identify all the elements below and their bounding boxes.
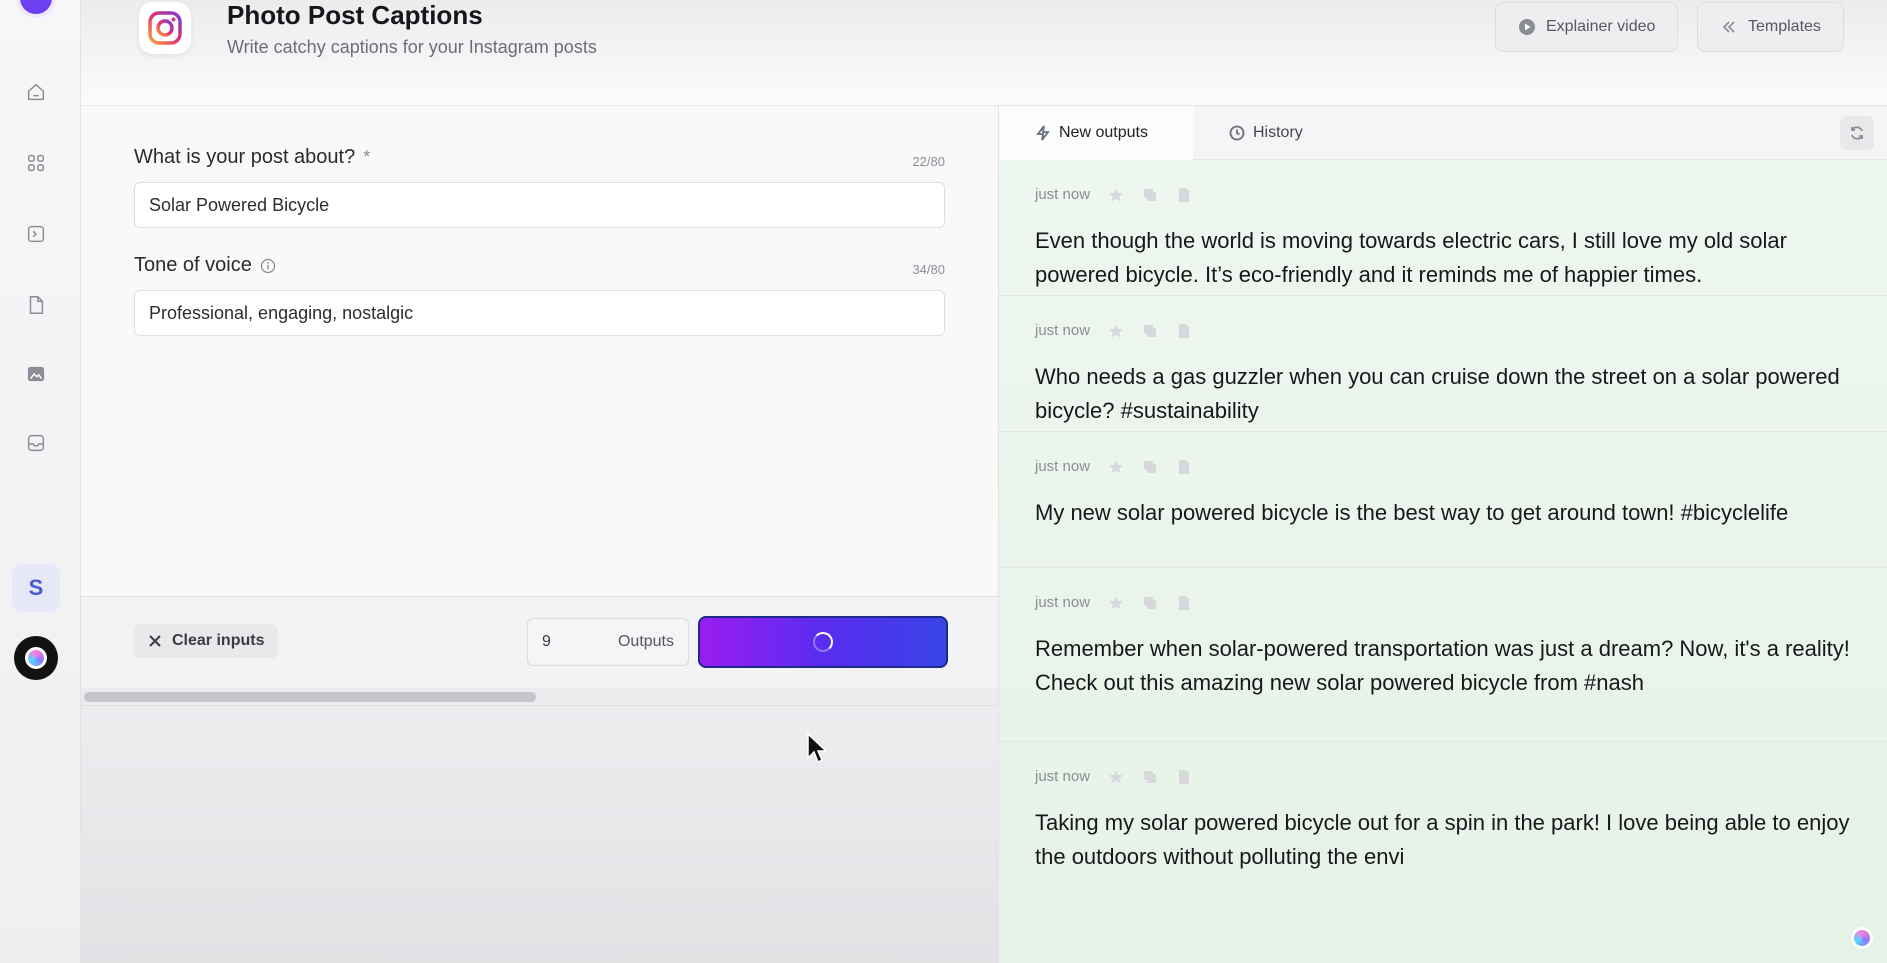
document-icon[interactable] <box>1176 323 1192 339</box>
tab-new-outputs-label: New outputs <box>1059 124 1148 141</box>
mouse-cursor-icon <box>807 732 828 764</box>
assistant-bubble-icon[interactable] <box>1851 927 1873 949</box>
tone-char-counter: 34/80 <box>912 262 945 277</box>
output-timestamp: just now <box>1035 458 1091 475</box>
star-icon[interactable] <box>1108 323 1124 339</box>
output-item: just now Remember when solar-powered tra… <box>999 568 1887 742</box>
user-avatar[interactable]: S <box>12 564 60 612</box>
info-icon[interactable] <box>260 258 276 274</box>
output-tabs: New outputs History <box>999 106 1887 160</box>
output-timestamp: just now <box>1035 594 1091 611</box>
templates-button[interactable]: Templates <box>1697 2 1844 52</box>
output-text: My new solar powered bicycle is the best… <box>1035 500 1789 525</box>
outputs-count-input[interactable]: 9 Outputs <box>527 618 689 666</box>
outputs-panel: New outputs History just now Even though… <box>998 106 1887 963</box>
tone-label-text: Tone of voice <box>134 254 252 276</box>
output-meta: just now <box>1035 594 1192 611</box>
outputs-count-label: Outputs <box>617 633 674 650</box>
topic-label-text: What is your post about? <box>134 146 356 168</box>
explainer-video-label: Explainer video <box>1546 18 1656 35</box>
inbox-icon[interactable] <box>24 431 48 455</box>
output-timestamp: just now <box>1035 768 1091 785</box>
lightning-icon <box>1036 125 1050 141</box>
output-meta: just now <box>1035 322 1192 339</box>
clock-icon <box>1229 125 1245 141</box>
tab-history-label: History <box>1253 124 1303 141</box>
output-item: just now My new solar powered bicycle is… <box>999 432 1887 568</box>
star-icon[interactable] <box>1108 459 1124 475</box>
app-window: S Photo Post Captions Write catchy capti… <box>0 0 1887 963</box>
close-icon <box>149 635 161 647</box>
page-subtitle: Write catchy captions for your Instagram… <box>227 37 597 57</box>
star-icon[interactable] <box>1108 595 1124 611</box>
loading-spinner-icon <box>813 632 833 652</box>
output-item: just now Who needs a gas guzzler when yo… <box>999 296 1887 432</box>
page-title: Photo Post Captions <box>227 0 483 30</box>
clear-inputs-button[interactable]: Clear inputs <box>134 624 279 658</box>
tab-new-outputs[interactable]: New outputs <box>999 106 1193 160</box>
tone-input[interactable]: Professional, engaging, nostalgic <box>134 290 945 336</box>
document-icon[interactable] <box>1176 187 1192 203</box>
terminal-icon[interactable] <box>24 222 48 246</box>
output-text: Remember when solar-powered transportati… <box>1035 636 1850 695</box>
horizontal-scrollbar[interactable] <box>81 688 998 706</box>
copy-icon[interactable] <box>1142 187 1158 203</box>
chevrons-left-icon <box>1722 21 1735 33</box>
outputs-count-value: 9 <box>542 633 551 650</box>
topic-field-label: What is your post about? * <box>134 146 370 169</box>
output-meta: just now <box>1035 186 1192 203</box>
output-meta: just now <box>1035 458 1192 475</box>
topic-char-counter: 22/80 <box>912 154 945 169</box>
document-icon[interactable] <box>24 293 48 317</box>
tab-history[interactable]: History <box>1193 106 1339 160</box>
scrollbar-thumb[interactable] <box>84 692 536 702</box>
tone-field-label: Tone of voice <box>134 254 276 277</box>
copy-icon[interactable] <box>1142 595 1158 611</box>
topic-input[interactable]: Solar Powered Bicycle <box>134 182 945 228</box>
star-icon[interactable] <box>1108 187 1124 203</box>
templates-label: Templates <box>1748 18 1821 35</box>
generate-button[interactable] <box>698 616 948 668</box>
output-item: just now Even though the world is moving… <box>999 160 1887 296</box>
output-item: just now Taking my solar powered bicycle… <box>999 742 1887 963</box>
input-form-panel: What is your post about? * 22/80 Solar P… <box>81 106 998 596</box>
output-timestamp: just now <box>1035 186 1091 203</box>
apps-grid-icon[interactable] <box>24 151 48 175</box>
sidebar: S <box>0 0 81 963</box>
output-text: Who needs a gas guzzler when you can cru… <box>1035 364 1840 423</box>
refresh-icon <box>1851 126 1863 140</box>
output-text: Even though the world is moving towards … <box>1035 228 1787 287</box>
copy-icon[interactable] <box>1142 323 1158 339</box>
instagram-icon <box>139 2 191 54</box>
app-logo-icon[interactable] <box>16 0 56 18</box>
clear-inputs-label: Clear inputs <box>172 632 265 649</box>
play-circle-icon <box>1519 19 1535 35</box>
home-icon[interactable] <box>24 80 48 104</box>
document-icon[interactable] <box>1176 769 1192 785</box>
document-icon[interactable] <box>1176 459 1192 475</box>
required-mark: * <box>363 147 371 167</box>
copy-icon[interactable] <box>1142 459 1158 475</box>
assistant-bot-icon[interactable] <box>14 636 58 680</box>
document-icon[interactable] <box>1176 595 1192 611</box>
explainer-video-button[interactable]: Explainer video <box>1495 2 1679 52</box>
action-bar: Clear inputs 9 Outputs <box>81 596 998 690</box>
refresh-button[interactable] <box>1840 116 1874 150</box>
page-header: Photo Post Captions Write catchy caption… <box>81 0 1887 106</box>
image-icon[interactable] <box>24 362 48 386</box>
copy-icon[interactable] <box>1142 769 1158 785</box>
star-icon[interactable] <box>1108 769 1124 785</box>
output-meta: just now <box>1035 768 1192 785</box>
output-timestamp: just now <box>1035 322 1091 339</box>
output-text: Taking my solar powered bicycle out for … <box>1035 810 1850 869</box>
empty-area <box>81 706 998 963</box>
